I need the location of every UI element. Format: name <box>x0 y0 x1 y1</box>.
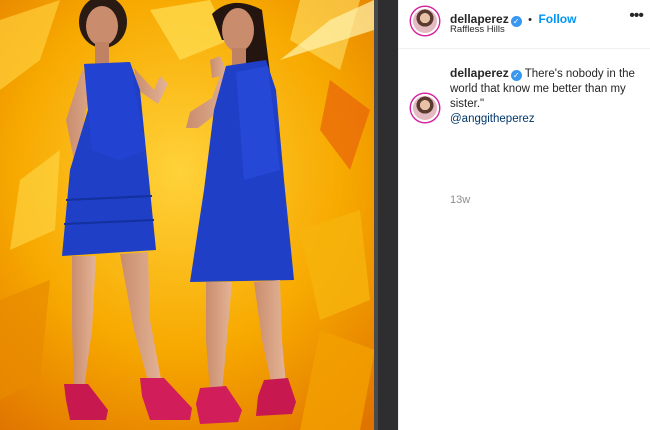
more-options-icon[interactable]: ••• <box>629 8 644 24</box>
caption-author-username[interactable]: dellaperez <box>450 66 509 80</box>
post-side-panel: dellaperez ✓ • Follow Raffless Hills ••• … <box>398 0 650 430</box>
verified-badge-icon: ✓ <box>510 16 522 27</box>
caption-author-avatar[interactable] <box>411 94 439 122</box>
post-header: dellaperez ✓ • Follow Raffless Hills ••• <box>399 0 650 49</box>
post-timestamp[interactable]: 13w <box>450 194 470 206</box>
caption-verified-badge-icon: ✓ <box>510 70 522 81</box>
follow-button[interactable]: Follow <box>538 12 576 26</box>
author-avatar[interactable] <box>411 7 439 35</box>
photo-artwork <box>0 0 398 430</box>
post-photo[interactable] <box>0 0 398 430</box>
caption-mention-link[interactable]: @anggitheperez <box>450 113 535 125</box>
separator-dot: • <box>528 14 533 26</box>
caption-text-block: dellaperez ✓ There's nobody in the world … <box>450 66 645 127</box>
post-location[interactable]: Raffless Hills <box>450 24 505 35</box>
